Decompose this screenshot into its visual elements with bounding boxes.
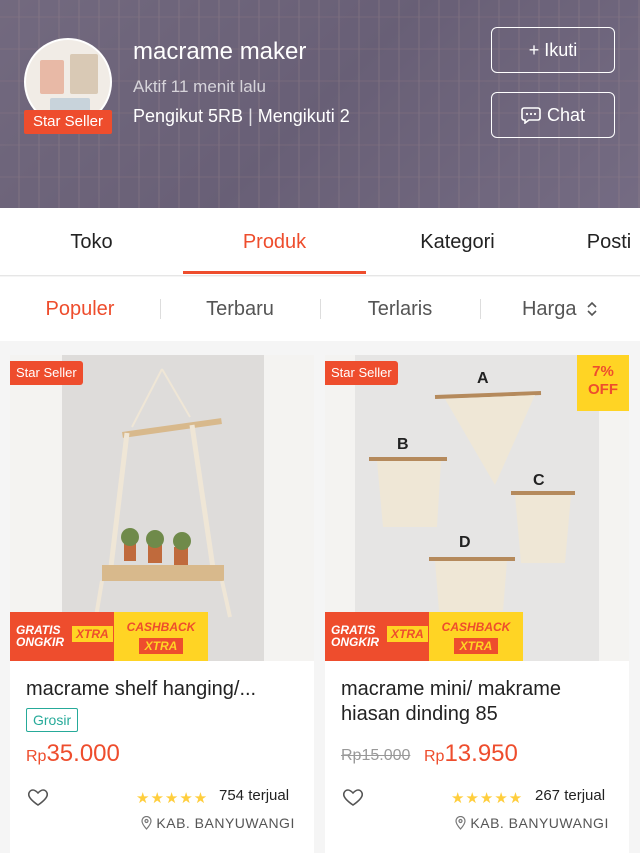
product-title[interactable]: macrame shelf hanging/... bbox=[26, 677, 306, 702]
tab-kategori[interactable]: Kategori bbox=[366, 208, 549, 276]
sort-divider bbox=[480, 299, 481, 319]
product-price: Rp13.950 bbox=[424, 740, 518, 767]
followers-count[interactable]: Pengikut 5RB bbox=[133, 106, 243, 126]
heart-icon[interactable] bbox=[341, 785, 365, 809]
chat-button[interactable]: Chat bbox=[491, 92, 615, 138]
sort-populer[interactable]: Populer bbox=[0, 277, 160, 341]
following-count[interactable]: Mengikuti 2 bbox=[258, 106, 350, 126]
discount-tag: 7% OFF bbox=[577, 355, 629, 411]
product-price: Rp35.000 bbox=[26, 740, 120, 767]
rating-stars-icon: ★★★★★ bbox=[451, 790, 524, 807]
shop-header: Star Seller macrame maker Aktif 11 menit… bbox=[0, 0, 640, 208]
follow-button[interactable]: + Ikuti bbox=[491, 27, 615, 73]
sold-count: 754 terjual bbox=[219, 787, 290, 804]
sort-harga-label: Harga bbox=[521, 298, 577, 320]
label-b: B bbox=[397, 436, 409, 453]
active-tab-indicator bbox=[183, 271, 366, 274]
sort-terbaru[interactable]: Terbaru bbox=[160, 277, 320, 341]
sort-harga[interactable]: Harga bbox=[480, 277, 640, 341]
location-pin-icon bbox=[141, 815, 152, 830]
star-seller-tag: Star Seller bbox=[325, 361, 398, 385]
free-shipping-label: GRATIS ONGKIR XTRA bbox=[10, 612, 114, 661]
shop-follow-stats: Pengikut 5RB | Mengikuti 2 bbox=[133, 106, 350, 126]
original-price: Rp15.000 bbox=[341, 747, 411, 764]
product-image[interactable]: A B C D Star Seller 7% OFF GRATIS ONGKIR… bbox=[325, 355, 629, 661]
sort-terlaris[interactable]: Terlaris bbox=[320, 277, 480, 341]
star-seller-badge: Star Seller bbox=[24, 110, 112, 134]
cashback-label: CASHBACK XTRA bbox=[114, 612, 208, 661]
star-seller-tag: Star Seller bbox=[10, 361, 83, 385]
location-pin-icon bbox=[455, 815, 466, 830]
product-location: KAB. BANYUWANGI bbox=[455, 815, 609, 831]
chat-bubble-icon bbox=[521, 107, 541, 124]
product-title[interactable]: macrame mini/ makrame hiasan dinding 85 bbox=[341, 677, 621, 727]
tab-postingan[interactable]: Posti bbox=[549, 208, 640, 276]
grosir-tag: Grosir bbox=[26, 708, 79, 732]
promo-banner: GRATIS ONGKIR XTRA CASHBACK XTRA bbox=[325, 612, 629, 661]
product-card[interactable]: A B C D Star Seller 7% OFF GRATIS ONGKIR… bbox=[325, 355, 629, 853]
sort-divider bbox=[160, 299, 161, 319]
sold-count: 267 terjual bbox=[535, 787, 606, 804]
promo-banner: GRATIS ONGKIR XTRA CASHBACK XTRA bbox=[10, 612, 314, 661]
product-location: KAB. BANYUWANGI bbox=[141, 815, 295, 831]
shop-tabs: Toko Produk Kategori Posti bbox=[0, 208, 640, 276]
tab-toko[interactable]: Toko bbox=[0, 208, 183, 276]
label-d: D bbox=[459, 534, 471, 551]
free-shipping-label: GRATIS ONGKIR XTRA bbox=[325, 612, 429, 661]
label-a: A bbox=[477, 370, 489, 387]
rating-stars-icon: ★★★★★ bbox=[136, 790, 209, 807]
shop-name: macrame maker bbox=[133, 38, 307, 65]
sort-divider bbox=[320, 299, 321, 319]
product-card[interactable]: Star Seller GRATIS ONGKIR XTRA CASHBACK … bbox=[10, 355, 314, 853]
label-c: C bbox=[533, 472, 545, 489]
sort-updown-icon bbox=[587, 301, 597, 317]
heart-icon[interactable] bbox=[26, 785, 50, 809]
tab-produk[interactable]: Produk bbox=[183, 208, 366, 276]
product-image[interactable]: Star Seller GRATIS ONGKIR XTRA CASHBACK … bbox=[10, 355, 314, 661]
shop-active-status: Aktif 11 menit lalu bbox=[133, 77, 266, 96]
chat-label: Chat bbox=[546, 104, 586, 125]
cashback-label: CASHBACK XTRA bbox=[429, 612, 523, 661]
